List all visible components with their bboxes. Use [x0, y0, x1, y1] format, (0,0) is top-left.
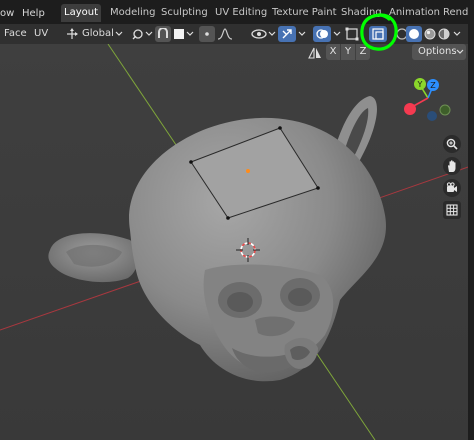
gizmo-icon [282, 29, 292, 39]
visibility-icon[interactable] [251, 27, 267, 41]
hand-pan-icon [448, 160, 456, 172]
gizmo-y-label: Y [417, 80, 423, 89]
snap-target-icon[interactable] [173, 28, 185, 40]
tab-layout[interactable]: Layout [61, 4, 101, 22]
rendered-shading-icon[interactable] [438, 28, 450, 40]
snap-icon [158, 28, 168, 38]
zoom-icon [446, 138, 458, 150]
pan-button[interactable] [443, 157, 461, 175]
chevron-down-icon [298, 31, 306, 36]
navigation-gizmo[interactable]: Y Z [400, 72, 460, 128]
proportional-edit-icon [205, 32, 209, 36]
uv-menu[interactable]: UV [34, 28, 48, 39]
gizmo-z-label: Z [430, 81, 436, 90]
menu-help[interactable]: Help [22, 8, 45, 19]
tab-texture-paint[interactable]: Texture Paint [269, 4, 340, 22]
viewport-header: Face UV Global [0, 24, 474, 44]
top-menubar: ow Help Layout Modeling Sculpting UV Edi… [0, 0, 474, 24]
chevron-down-icon [186, 31, 194, 36]
annotation-circle [360, 13, 398, 51]
chevron-down-icon [453, 31, 461, 36]
chevron-down-icon [333, 31, 341, 36]
camera-icon [446, 182, 457, 192]
options-label: Options [418, 46, 457, 57]
solid-shading-icon [409, 29, 419, 39]
tab-modeling[interactable]: Modeling [107, 4, 159, 22]
mirror-icon [308, 47, 321, 59]
mirror-x-button[interactable]: X [326, 44, 340, 60]
transform-orientation-icon [67, 28, 78, 39]
transform-orientation-select[interactable]: Global [82, 28, 114, 39]
camera-view-button[interactable] [443, 179, 461, 197]
tab-sculpting[interactable]: Sculpting [158, 4, 211, 22]
tab-uv-editing[interactable]: UV Editing [212, 4, 270, 22]
chevron-down-icon [145, 31, 153, 36]
menu-window[interactable]: ow [0, 8, 14, 19]
material-shading-icon[interactable] [424, 28, 436, 40]
options-dropdown[interactable]: Options [412, 44, 466, 60]
chevron-down-icon [456, 49, 464, 54]
gizmo-neg-z-ball [427, 111, 437, 121]
falloff-curve-icon[interactable] [217, 27, 233, 41]
mirror-y-button[interactable]: Y [341, 44, 355, 60]
gizmo-neg-y-ball [439, 104, 451, 116]
grid-icon [446, 204, 458, 216]
perspective-toggle-button[interactable] [443, 201, 461, 219]
chevron-down-icon [115, 31, 123, 36]
chevron-down-icon [268, 31, 276, 36]
overlay-icon [316, 29, 328, 39]
face-center-dot [246, 169, 250, 173]
pivot-point-icon[interactable] [131, 27, 145, 41]
gizmo-x-ball [404, 103, 416, 115]
zoom-button[interactable] [443, 135, 461, 153]
sidebar-edge [468, 0, 474, 440]
face-menu[interactable]: Face [4, 28, 27, 39]
